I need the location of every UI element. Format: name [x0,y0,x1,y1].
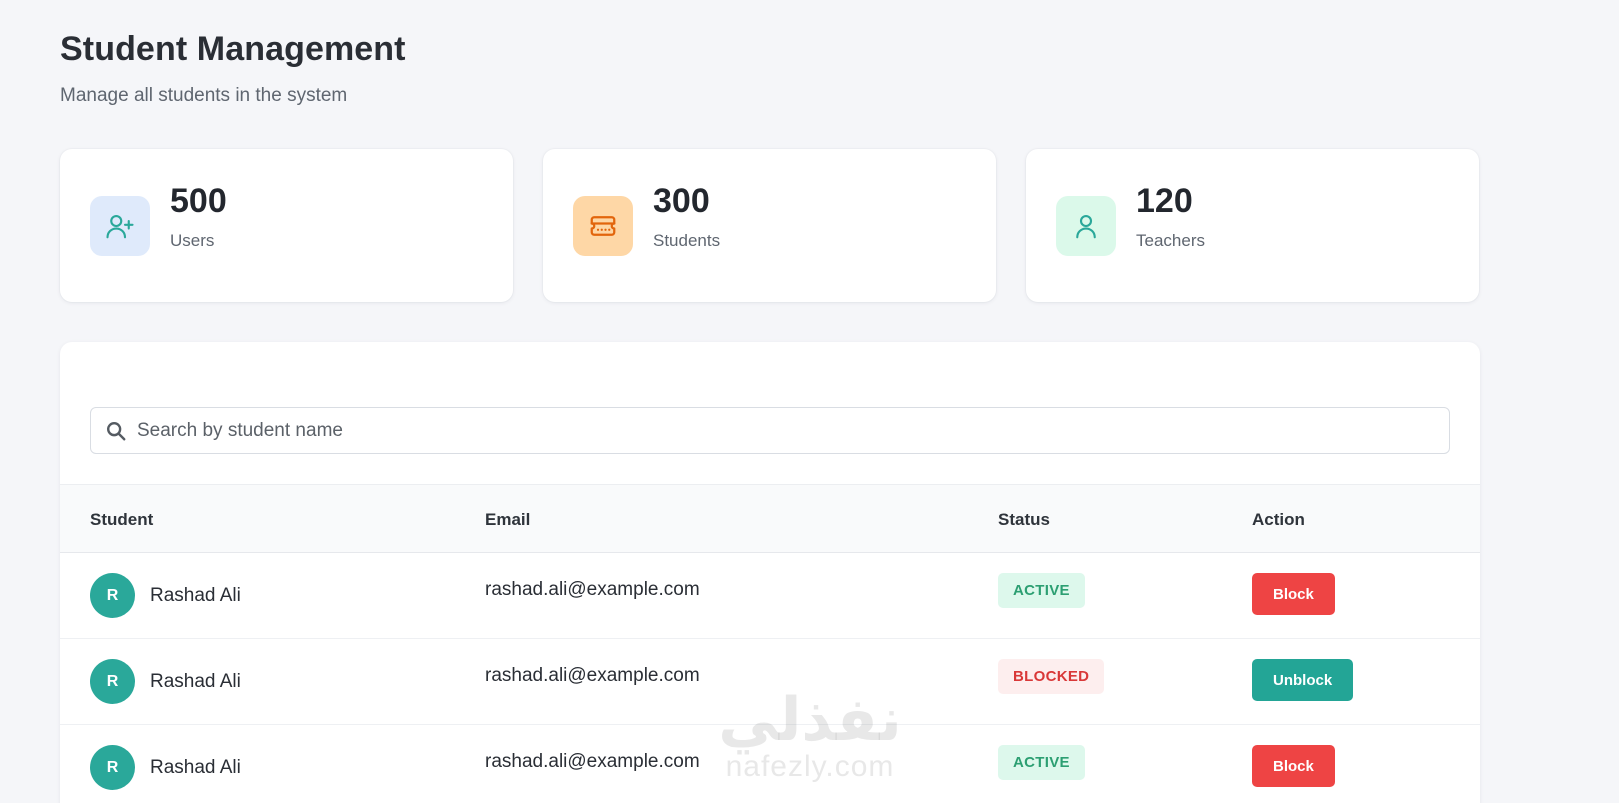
stat-value: 120 [1136,182,1193,220]
search-icon [105,420,127,442]
student-name: Rashad Ali [150,585,241,606]
student-email: rashad.ali@example.com [485,665,700,686]
student-name: Rashad Ali [150,671,241,692]
avatar: R [90,745,135,790]
stat-label: Users [170,231,215,250]
stat-value: 500 [170,182,227,220]
stat-card-students: 300 Students [543,149,996,302]
stat-card-teachers: 120 Teachers [1026,149,1479,302]
search-box[interactable] [90,407,1450,454]
block-button[interactable]: Block [1252,745,1335,787]
status-badge: ACTIVE [998,573,1085,608]
stat-card-users: 500 Users [60,149,513,302]
table-row: R Rashad Ali rashad.ali@example.com BLOC… [60,639,1480,725]
stat-label: Teachers [1136,231,1205,250]
stat-label: Students [653,231,721,250]
column-header-status: Status [998,510,1050,529]
table-row: R Rashad Ali rashad.ali@example.com ACTI… [60,553,1480,639]
user-icon [1056,196,1116,256]
table-header: Student Email Status Action [60,484,1480,553]
avatar: R [90,573,135,618]
page-subtitle: Manage all students in the system [60,85,348,106]
student-email: rashad.ali@example.com [485,751,700,772]
status-badge: ACTIVE [998,745,1085,780]
page: Student Management Manage all students i… [0,0,1619,803]
students-table-card: Student Email Status Action R Rashad Ali… [60,342,1480,803]
stat-value: 300 [653,182,710,220]
table-row: R Rashad Ali rashad.ali@example.com ACTI… [60,725,1480,803]
unblock-button[interactable]: Unblock [1252,659,1354,701]
column-header-action: Action [1252,510,1305,529]
user-plus-icon [90,196,150,256]
column-header-student: Student [90,510,154,529]
ticket-icon [573,196,633,256]
student-email: rashad.ali@example.com [485,579,700,600]
status-badge: BLOCKED [998,659,1105,694]
student-name: Rashad Ali [150,757,241,778]
avatar: R [90,659,135,704]
page-title: Student Management [60,30,406,68]
block-button[interactable]: Block [1252,573,1335,615]
stats-row: 500 Users 300 Students 120 Teachers [60,149,1479,302]
search-input[interactable] [137,408,1449,453]
column-header-email: Email [485,510,531,529]
